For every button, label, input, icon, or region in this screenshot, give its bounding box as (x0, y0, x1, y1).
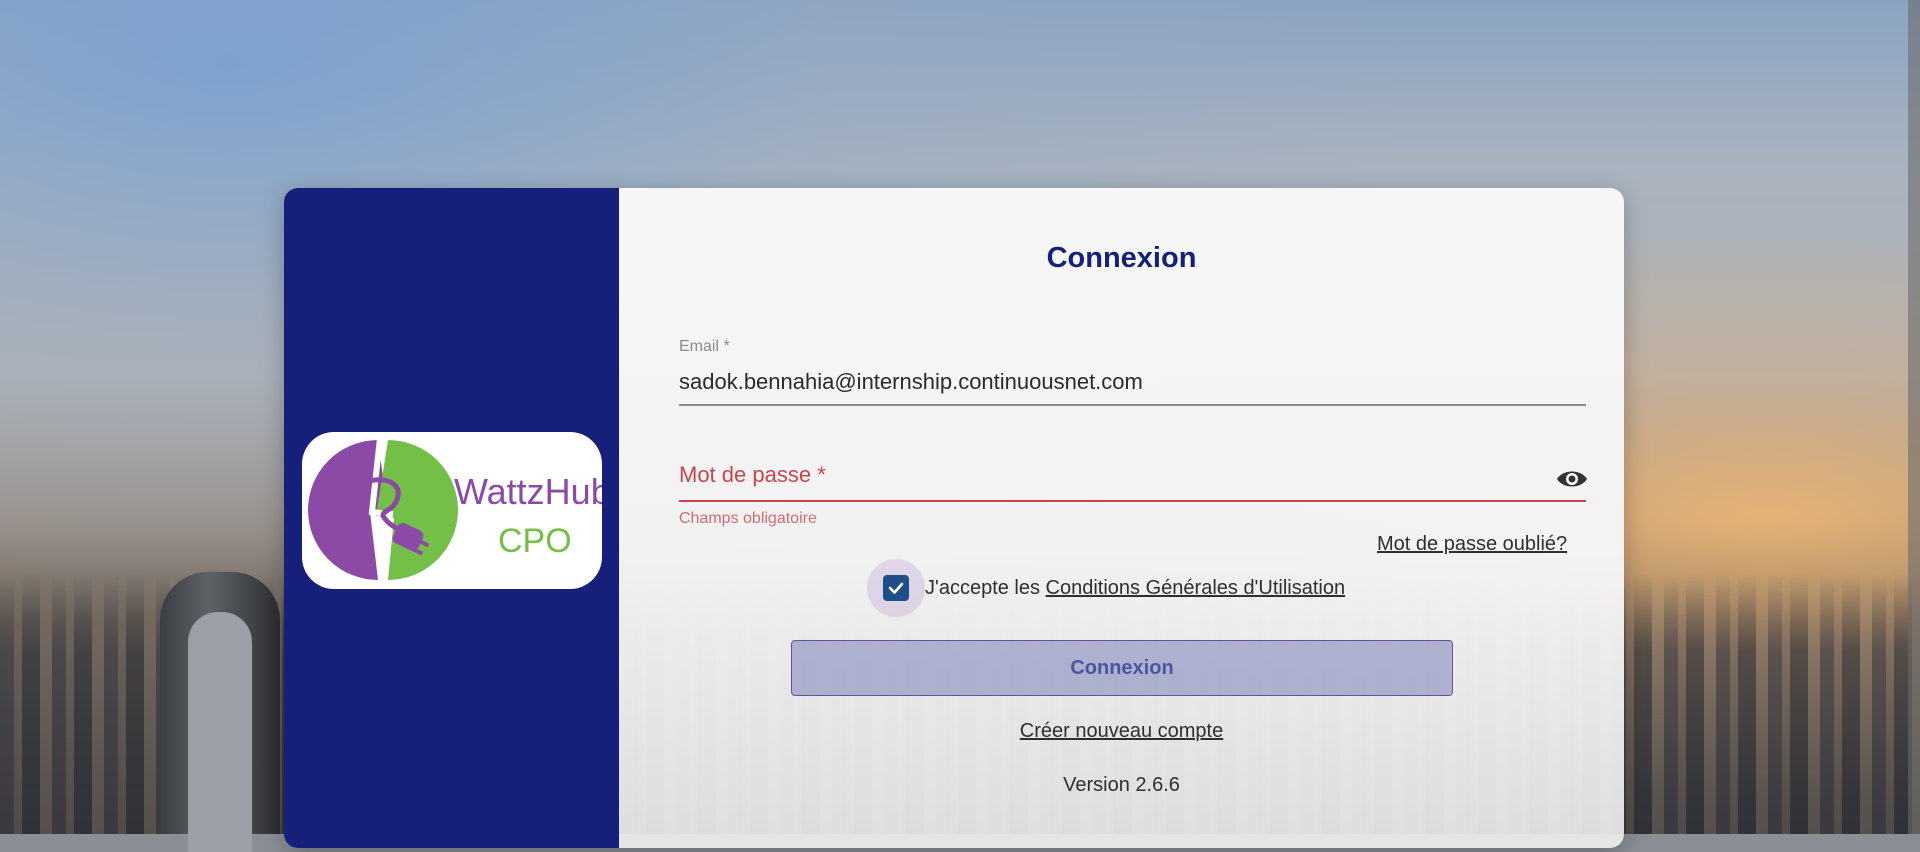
logo-brand-name: WattzHub (454, 471, 602, 512)
login-form-panel: Connexion Email * sadok.bennahia@interns… (619, 188, 1624, 848)
logo: WattzHub CPO (302, 432, 602, 589)
email-label: Email * (679, 338, 730, 355)
email-field[interactable]: sadok.bennahia@internship.continuousnet.… (679, 369, 1143, 395)
plug-lightning-icon: WattzHub CPO (308, 437, 602, 583)
terms-row: J'accepte les Conditions Générales d'Uti… (867, 558, 1345, 618)
brand-panel: WattzHub CPO (284, 188, 619, 848)
forgot-password-link[interactable]: Mot de passe oublié? (1377, 533, 1567, 556)
terms-checkbox[interactable] (883, 575, 909, 601)
ev-charger-image (160, 572, 280, 852)
terms-link[interactable]: Conditions Générales d'Utilisation (1046, 577, 1346, 599)
checkmark-icon (888, 582, 904, 594)
terms-text: J'accepte les Conditions Générales d'Uti… (925, 577, 1345, 600)
eye-icon[interactable] (1555, 465, 1589, 493)
terms-prefix: J'accepte les (925, 576, 1046, 599)
version-label: Version 2.6.6 (1063, 774, 1180, 796)
page-scrollbar[interactable] (1908, 0, 1920, 834)
terms-checkbox-halo (867, 559, 925, 617)
login-card: WattzHub CPO Connexion Email * sadok.ben… (284, 188, 1624, 848)
password-error: Champs obligatoire (679, 510, 817, 527)
page-title: Connexion (1046, 242, 1197, 274)
create-account-row: Créer nouveau compte (619, 720, 1624, 743)
login-button[interactable]: Connexion (791, 640, 1453, 696)
password-field[interactable]: Mot de passe * (679, 462, 826, 488)
password-underline (679, 500, 1586, 502)
email-underline (679, 404, 1586, 406)
create-account-link[interactable]: Créer nouveau compte (1020, 720, 1223, 742)
logo-product-name: CPO (498, 522, 572, 560)
